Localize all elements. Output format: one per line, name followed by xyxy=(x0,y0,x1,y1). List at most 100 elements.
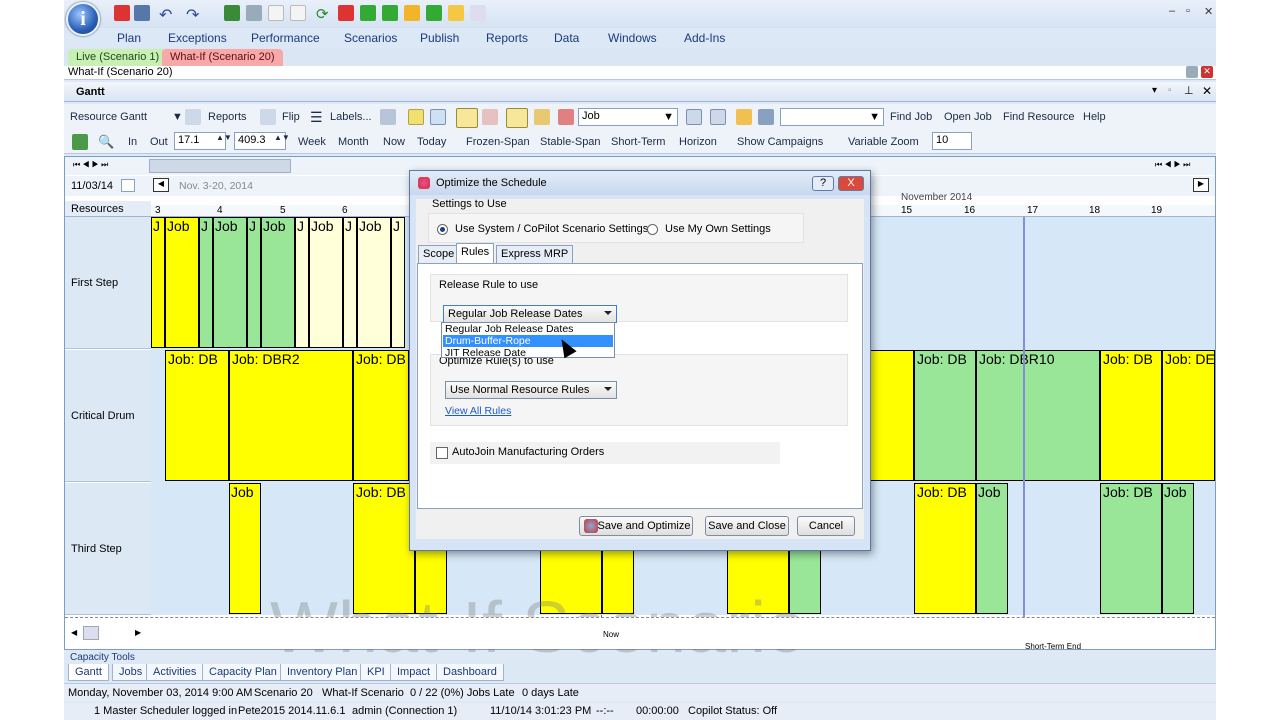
release-rule-select[interactable]: Regular Job Release Dates xyxy=(443,305,617,323)
job-bar[interactable]: J xyxy=(199,217,213,348)
autojoin-checkbox[interactable] xyxy=(436,447,448,459)
job-bar[interactable] xyxy=(870,350,914,481)
save-close-button[interactable]: Save and Close xyxy=(705,516,789,536)
folder-icon[interactable] xyxy=(448,5,464,21)
job-bar[interactable]: Job xyxy=(976,483,1008,614)
calendar-icon[interactable] xyxy=(121,179,135,192)
minimize-icon[interactable]: – xyxy=(1169,5,1175,17)
radio-system-settings[interactable] xyxy=(437,224,448,235)
find-job-button[interactable]: Find Job xyxy=(890,111,932,123)
reports-button[interactable]: Reports xyxy=(208,111,247,123)
up-arrow-icon[interactable] xyxy=(426,5,442,21)
job-bar[interactable]: J xyxy=(247,217,261,348)
view-all-rules-link[interactable]: View All Rules xyxy=(445,405,511,417)
scroll-right-icon[interactable]: ▶ xyxy=(135,628,141,637)
h-scrollbar[interactable] xyxy=(149,159,291,173)
job-bar[interactable]: Job: DB xyxy=(1100,483,1162,614)
tab-inventory-plan[interactable]: Inventory Plan xyxy=(280,664,365,681)
nav-first-icon[interactable]: ⏮ ◀ ▶ ⏭ xyxy=(73,160,108,170)
short-term-button[interactable]: Short-Term xyxy=(611,136,665,148)
labels-icon[interactable]: ☰ xyxy=(310,109,323,126)
now-button[interactable]: Now xyxy=(383,136,405,148)
labels-button[interactable]: Labels... xyxy=(330,111,372,123)
search-combo[interactable]: ▼ xyxy=(780,108,884,126)
app-orb-icon[interactable]: i xyxy=(66,2,100,36)
window-icon[interactable] xyxy=(134,5,150,21)
hand-icon[interactable] xyxy=(736,109,752,125)
menu-windows[interactable]: Windows xyxy=(608,31,657,45)
doc-icon[interactable] xyxy=(290,5,306,21)
resource-row-critical-drum[interactable]: Critical Drum xyxy=(65,350,151,482)
ok-icon[interactable] xyxy=(360,5,376,21)
maximize-icon[interactable]: ▫ xyxy=(1186,5,1190,17)
zoom-in-spinner-icon[interactable]: ▲▼ xyxy=(216,133,232,142)
job-bar[interactable]: Job xyxy=(1162,483,1194,614)
h-scroll-thumb[interactable] xyxy=(83,626,99,640)
show-campaigns-button[interactable]: Show Campaigns xyxy=(737,136,823,148)
job-select[interactable]: Job ▼ xyxy=(578,108,678,126)
view-select-caret-icon[interactable]: ▼ xyxy=(172,111,183,123)
pencil-icon[interactable] xyxy=(404,5,420,21)
tab-rules[interactable]: Rules xyxy=(456,243,495,263)
option-regular-job-release[interactable]: Regular Job Release Dates xyxy=(443,323,613,335)
play-icon[interactable] xyxy=(382,5,398,21)
info-icon[interactable] xyxy=(430,109,446,125)
prev-range-button[interactable]: ◀ xyxy=(153,178,169,192)
week-button[interactable]: Week xyxy=(298,136,326,148)
month-button[interactable]: Month xyxy=(338,136,369,148)
tab-express-mrp[interactable]: Express MRP xyxy=(496,245,574,263)
job-bar[interactable]: Job: DB xyxy=(165,350,229,481)
stable-span-button[interactable]: Stable-Span xyxy=(540,136,601,148)
close-icon[interactable]: ✕ xyxy=(1204,5,1213,18)
job-bar[interactable]: Job: DB xyxy=(914,483,976,614)
menu-data[interactable]: Data xyxy=(554,31,579,45)
job-bar[interactable]: Job xyxy=(165,217,199,348)
job-bar[interactable]: Job: DBR2 xyxy=(229,350,353,481)
page-icon[interactable] xyxy=(268,5,284,21)
tree2-icon[interactable] xyxy=(710,109,726,125)
flip-button[interactable]: Flip xyxy=(282,111,300,123)
job-bar[interactable]: Job xyxy=(261,217,295,348)
zoom-fit-icon[interactable] xyxy=(72,134,88,150)
job-bar[interactable]: Job: DBR10 xyxy=(976,350,1100,481)
tool-icon[interactable] xyxy=(246,5,262,21)
restore-icon[interactable] xyxy=(1186,66,1198,78)
today-button[interactable]: Today xyxy=(417,136,446,148)
pen-icon[interactable] xyxy=(506,108,528,128)
find-resource-button[interactable]: Find Resource xyxy=(1003,111,1075,123)
job-bar[interactable]: J xyxy=(295,217,309,348)
resource-row-first-step[interactable]: First Step xyxy=(65,217,151,349)
undo-icon[interactable]: ↶ xyxy=(159,5,175,24)
tab-live-scenario[interactable]: Live (Scenario 1) xyxy=(68,49,168,66)
tab-whatif-scenario[interactable]: What-If (Scenario 20) xyxy=(162,49,283,66)
flip-icon[interactable] xyxy=(260,109,276,125)
panel-close-icon[interactable]: ✕ xyxy=(1202,84,1212,98)
job-bar[interactable]: Job: DB xyxy=(914,350,976,481)
save-optimize-button[interactable]: Save and Optimize xyxy=(579,516,693,536)
note-icon[interactable] xyxy=(408,109,424,125)
option-jit-release[interactable]: JIT Release Date xyxy=(443,347,613,359)
frozen-span-button[interactable]: Frozen-Span xyxy=(466,136,530,148)
refresh-icon[interactable]: ⟳ xyxy=(316,5,332,23)
stop-icon[interactable] xyxy=(114,5,130,21)
view-select[interactable]: Resource Gantt xyxy=(70,111,147,123)
anchor-icon[interactable] xyxy=(758,109,774,125)
close-doc-icon[interactable]: ✕ xyxy=(1201,66,1213,78)
nav-right-icons[interactable]: ⏮ ◀ ▶ ⏭ xyxy=(1155,160,1190,170)
next-range-button[interactable]: ▶ xyxy=(1193,178,1209,192)
menu-performance[interactable]: Performance xyxy=(251,31,320,45)
resource-row-third-step[interactable]: Third Step xyxy=(65,483,151,615)
zoom-icon[interactable]: 🔍 xyxy=(98,134,114,150)
link-icon[interactable] xyxy=(456,108,478,128)
menu-plan[interactable]: Plan xyxy=(117,31,141,45)
unlink-icon[interactable] xyxy=(482,109,498,125)
menu-reports[interactable]: Reports xyxy=(486,31,528,45)
highlight-icon[interactable] xyxy=(534,109,550,125)
variable-zoom-field[interactable]: 10 xyxy=(932,132,972,150)
panel-float-icon[interactable]: ▫ xyxy=(1168,85,1172,96)
menu-publish[interactable]: Publish xyxy=(420,31,459,45)
tab-capacity-plan[interactable]: Capacity Plan xyxy=(202,664,284,681)
zoom-out-button[interactable]: Out xyxy=(150,136,168,148)
tab-kpi[interactable]: KPI xyxy=(360,664,392,681)
resource-rules-select[interactable]: Use Normal Resource Rules xyxy=(445,381,617,399)
